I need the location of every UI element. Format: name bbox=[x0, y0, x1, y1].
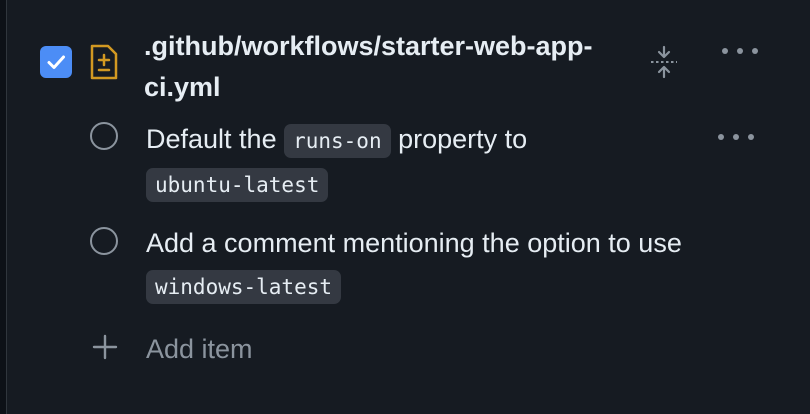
task-checkbox-1[interactable] bbox=[90, 122, 118, 150]
task-text: Default the bbox=[146, 124, 285, 154]
task-text: property to bbox=[390, 124, 528, 154]
task-text: Add a comment mentioning the option to u… bbox=[146, 228, 682, 258]
checkmark-icon bbox=[47, 55, 65, 69]
file-checkbox[interactable] bbox=[40, 46, 72, 78]
add-item-button[interactable]: Add item bbox=[146, 329, 253, 369]
file-diff-icon bbox=[90, 44, 118, 80]
code-chip: windows-latest bbox=[146, 270, 342, 304]
task-more-options-icon[interactable] bbox=[718, 132, 754, 142]
task-item-1[interactable]: Default the runs-on property to ubuntu-l… bbox=[146, 118, 706, 206]
task-item-2[interactable]: Add a comment mentioning the option to u… bbox=[146, 222, 706, 308]
plus-icon[interactable] bbox=[92, 334, 118, 360]
code-chip: ubuntu-latest bbox=[146, 168, 329, 202]
file-path-title[interactable]: .github/workflows/starter-web-app-ci.yml bbox=[144, 26, 604, 108]
task-checkbox-2[interactable] bbox=[90, 227, 118, 255]
file-more-options-icon[interactable] bbox=[722, 46, 758, 56]
collapse-icon[interactable] bbox=[648, 44, 680, 80]
code-chip: runs-on bbox=[284, 124, 391, 158]
